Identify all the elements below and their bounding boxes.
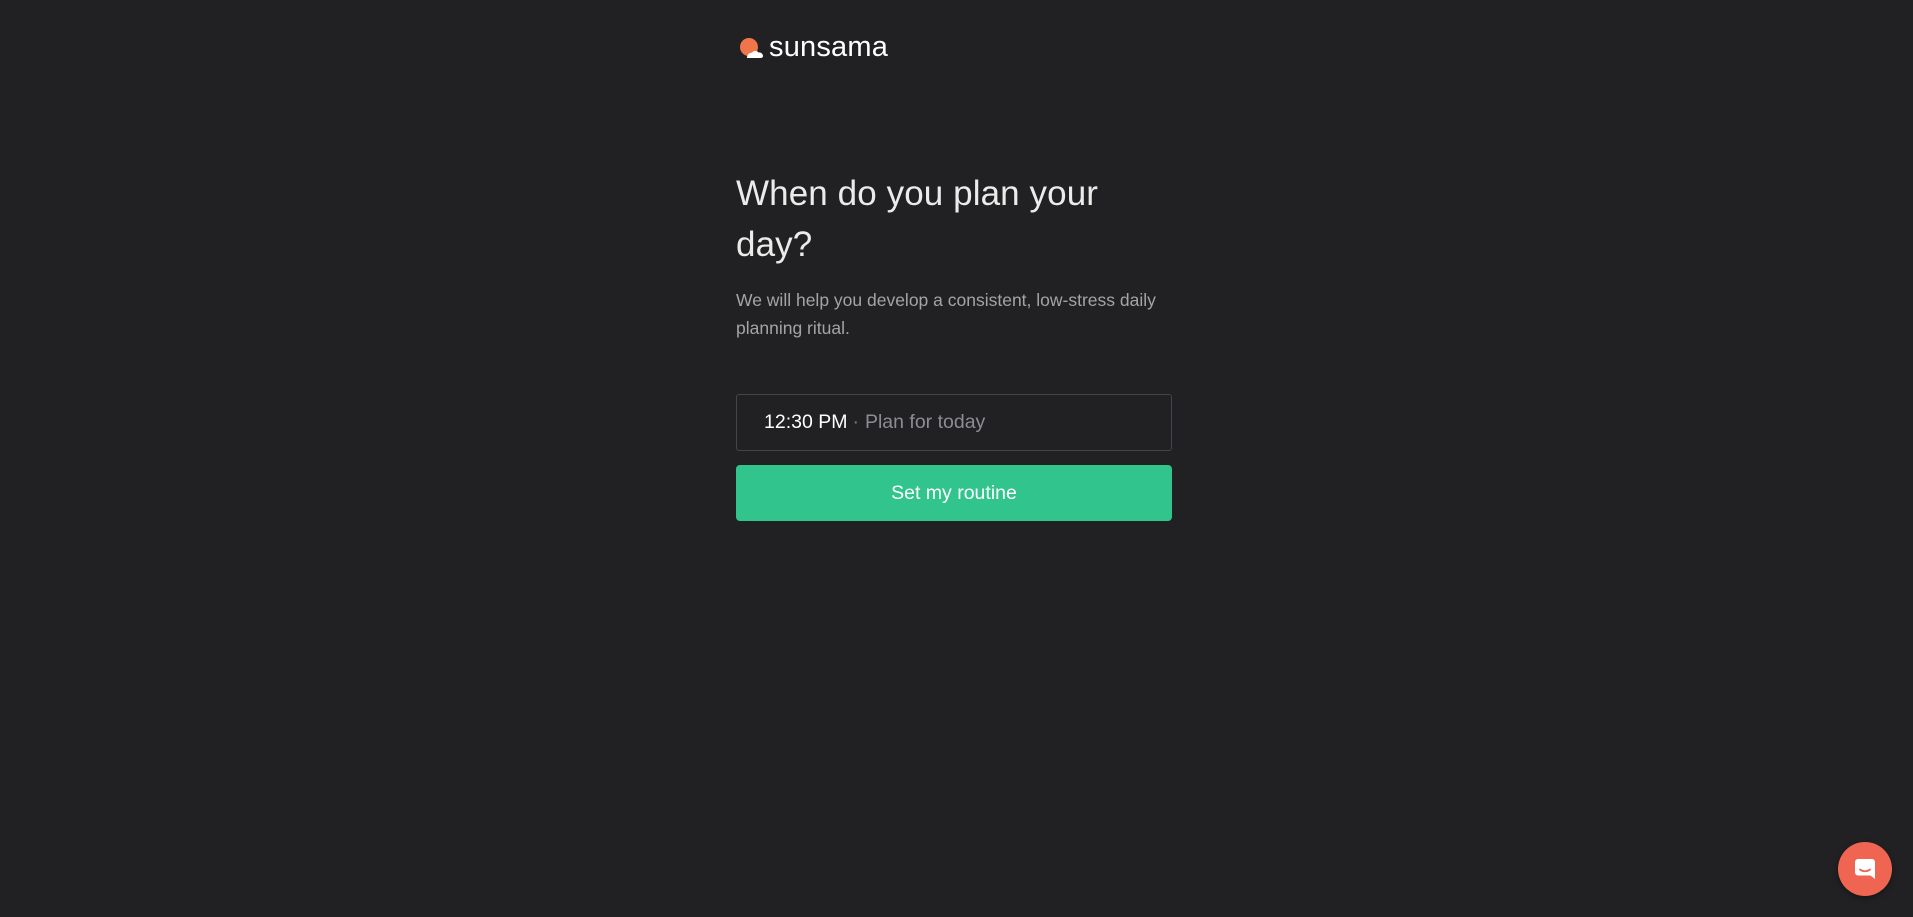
- sun-cloud-logo-icon: [738, 35, 766, 63]
- page-title: When do you plan your day?: [736, 174, 1099, 264]
- chat-bubble-icon: [1852, 856, 1878, 882]
- planning-time-selector[interactable]: 12:30 PM · Plan for today: [736, 394, 1172, 451]
- planning-time-value: 12:30 PM: [764, 411, 848, 433]
- brand-name: sunsama: [769, 31, 889, 63]
- onboarding-content: When do you plan your day? We will help …: [736, 168, 1172, 342]
- planning-time-separator: ·: [852, 411, 859, 433]
- page-description: We will help you develop a consistent, l…: [736, 290, 1156, 338]
- sunsama-logo[interactable]: sunsama: [738, 30, 888, 64]
- set-routine-button[interactable]: Set my routine: [736, 465, 1172, 521]
- planning-time-description: Plan for today: [864, 411, 986, 433]
- chat-launcher-button[interactable]: [1838, 842, 1892, 896]
- onboarding-page: sunsama When do you plan your day? We wi…: [0, 0, 1913, 917]
